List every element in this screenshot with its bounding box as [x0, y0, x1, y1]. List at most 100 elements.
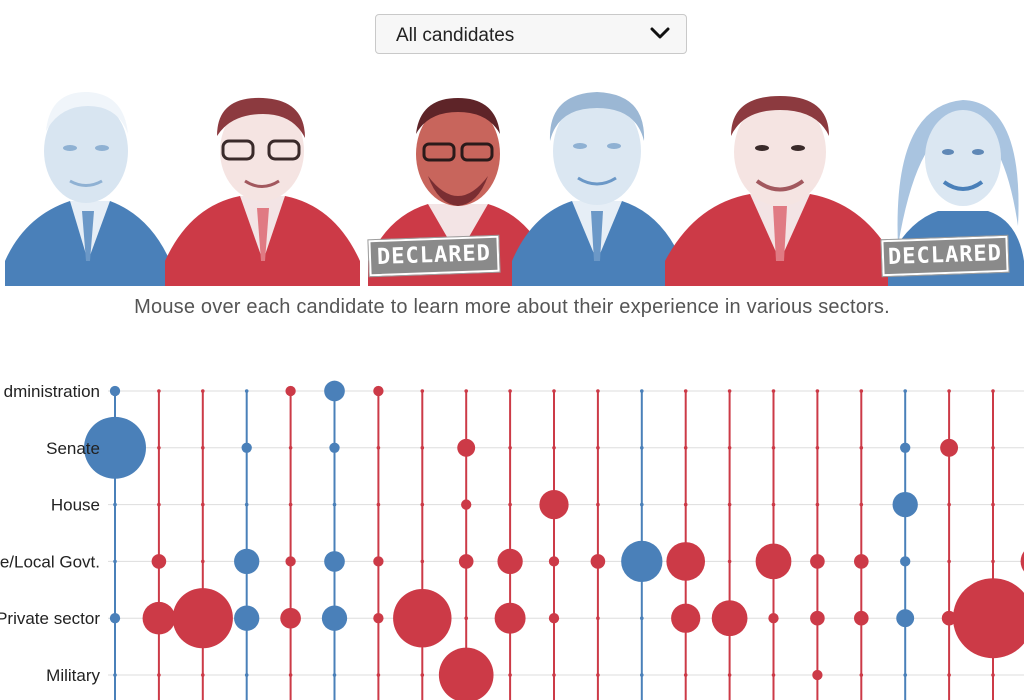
- bubble-15-0[interactable]: [771, 389, 776, 393]
- bubble-1-5[interactable]: [157, 673, 161, 677]
- bubble-19-3[interactable]: [947, 559, 951, 564]
- bubble-5-1[interactable]: [329, 442, 340, 453]
- bubble-4-5[interactable]: [288, 673, 293, 677]
- bubble-5-5[interactable]: [332, 673, 337, 677]
- bubble-6-0[interactable]: [373, 385, 384, 397]
- bubble-20-3[interactable]: [991, 559, 995, 564]
- bubble-2-2[interactable]: [201, 502, 205, 507]
- bubble-16-4[interactable]: [810, 610, 825, 626]
- bubble-10-3[interactable]: [548, 556, 560, 567]
- bubble-15-4[interactable]: [768, 613, 779, 624]
- bubble-5-3[interactable]: [324, 551, 345, 572]
- bubble-10-1[interactable]: [552, 446, 556, 450]
- bubble-4-4[interactable]: [280, 607, 301, 629]
- candidate-portrait-5[interactable]: [665, 86, 895, 286]
- bubble-1-3[interactable]: [151, 554, 167, 569]
- bubble-17-4[interactable]: [853, 610, 869, 626]
- bubble-16-1[interactable]: [815, 446, 820, 450]
- bubble-7-0[interactable]: [420, 389, 425, 393]
- bubble-12-4[interactable]: [640, 616, 644, 620]
- bubble-18-0[interactable]: [903, 389, 907, 393]
- bubble-14-5[interactable]: [727, 673, 732, 677]
- bubble-9-2[interactable]: [508, 502, 512, 507]
- candidate-portrait-1[interactable]: [0, 86, 175, 286]
- bubble-2-1[interactable]: [201, 446, 205, 450]
- bubble-2-5[interactable]: [201, 673, 205, 677]
- bubble-19-5[interactable]: [947, 673, 951, 677]
- bubble-18-2[interactable]: [892, 491, 918, 518]
- bubble-17-0[interactable]: [859, 389, 864, 393]
- bubble-16-3[interactable]: [810, 554, 825, 569]
- bubble-12-0[interactable]: [640, 389, 644, 393]
- bubble-8-2[interactable]: [461, 499, 472, 510]
- bubble-9-4[interactable]: [494, 602, 526, 634]
- bubble-1-4[interactable]: [142, 601, 176, 635]
- bubble-17-3[interactable]: [853, 554, 869, 569]
- bubble-14-3[interactable]: [727, 559, 732, 564]
- bubble-15-2[interactable]: [771, 502, 776, 507]
- bubble-13-3[interactable]: [666, 542, 706, 581]
- bubble-19-2[interactable]: [947, 502, 951, 507]
- bubble-14-2[interactable]: [727, 502, 732, 507]
- bubble-3-2[interactable]: [244, 502, 249, 507]
- bubble-17-2[interactable]: [859, 502, 864, 507]
- bubble-20-4[interactable]: [953, 578, 1024, 659]
- bubble-0-2[interactable]: [113, 502, 117, 507]
- bubble-4-3[interactable]: [285, 556, 296, 567]
- bubble-7-3[interactable]: [420, 559, 425, 564]
- bubble-11-0[interactable]: [596, 389, 600, 393]
- bubble-7-2[interactable]: [420, 502, 425, 507]
- bubble-3-4[interactable]: [234, 605, 260, 631]
- bubble-13-2[interactable]: [683, 502, 688, 507]
- bubble-6-3[interactable]: [373, 556, 384, 567]
- bubble-4-1[interactable]: [288, 446, 293, 450]
- bubble-19-0[interactable]: [947, 389, 951, 393]
- bubble-12-2[interactable]: [640, 502, 644, 507]
- bubble-13-1[interactable]: [683, 446, 688, 450]
- bubble-4-2[interactable]: [288, 502, 293, 507]
- bubble-18-5[interactable]: [903, 673, 907, 677]
- bubble-2-0[interactable]: [201, 389, 205, 393]
- bubble-16-0[interactable]: [815, 389, 820, 393]
- bubble-9-3[interactable]: [497, 548, 523, 575]
- bubble-6-5[interactable]: [376, 673, 381, 677]
- bubble-20-5[interactable]: [991, 673, 995, 677]
- bubble-8-3[interactable]: [458, 554, 474, 569]
- bubble-3-3[interactable]: [234, 548, 260, 575]
- bubble-3-0[interactable]: [244, 389, 249, 393]
- bubble-7-4[interactable]: [393, 588, 452, 648]
- bubble-14-0[interactable]: [727, 389, 732, 393]
- bubble-20-0[interactable]: [991, 389, 995, 393]
- candidate-select[interactable]: All candidates: [375, 14, 687, 54]
- bubble-7-5[interactable]: [420, 673, 425, 677]
- bubble-18-3[interactable]: [900, 556, 911, 567]
- bubble-0-5[interactable]: [113, 673, 117, 677]
- candidate-portrait-4[interactable]: [512, 86, 682, 286]
- bubble-12-5[interactable]: [640, 673, 644, 677]
- bubble-8-0[interactable]: [464, 389, 469, 393]
- bubble-8-5[interactable]: [438, 647, 494, 700]
- bubble-6-2[interactable]: [376, 502, 381, 507]
- bubble-11-1[interactable]: [596, 446, 600, 450]
- bubble-8-1[interactable]: [457, 438, 476, 457]
- bubble-17-1[interactable]: [859, 446, 864, 450]
- bubble-17-5[interactable]: [859, 673, 864, 677]
- bubble-10-5[interactable]: [552, 673, 556, 677]
- bubble-3-5[interactable]: [244, 673, 249, 677]
- bubble-5-0[interactable]: [324, 380, 345, 402]
- bubble-18-1[interactable]: [900, 442, 911, 453]
- bubble-1-2[interactable]: [157, 502, 161, 507]
- bubble-1-1[interactable]: [157, 446, 161, 450]
- bubble-10-0[interactable]: [552, 389, 556, 393]
- bubble-9-1[interactable]: [508, 446, 512, 450]
- bubble-14-1[interactable]: [727, 446, 732, 450]
- bubble-6-4[interactable]: [373, 613, 384, 624]
- bubble-0-0[interactable]: [109, 385, 121, 397]
- candidate-portrait-2[interactable]: [165, 86, 360, 286]
- bubble-13-0[interactable]: [683, 389, 688, 393]
- bubble-11-3[interactable]: [590, 554, 606, 569]
- bubble-6-1[interactable]: [376, 446, 381, 450]
- bubble-19-1[interactable]: [940, 438, 959, 457]
- bubble-14-4[interactable]: [711, 600, 748, 637]
- bubble-11-5[interactable]: [596, 673, 600, 677]
